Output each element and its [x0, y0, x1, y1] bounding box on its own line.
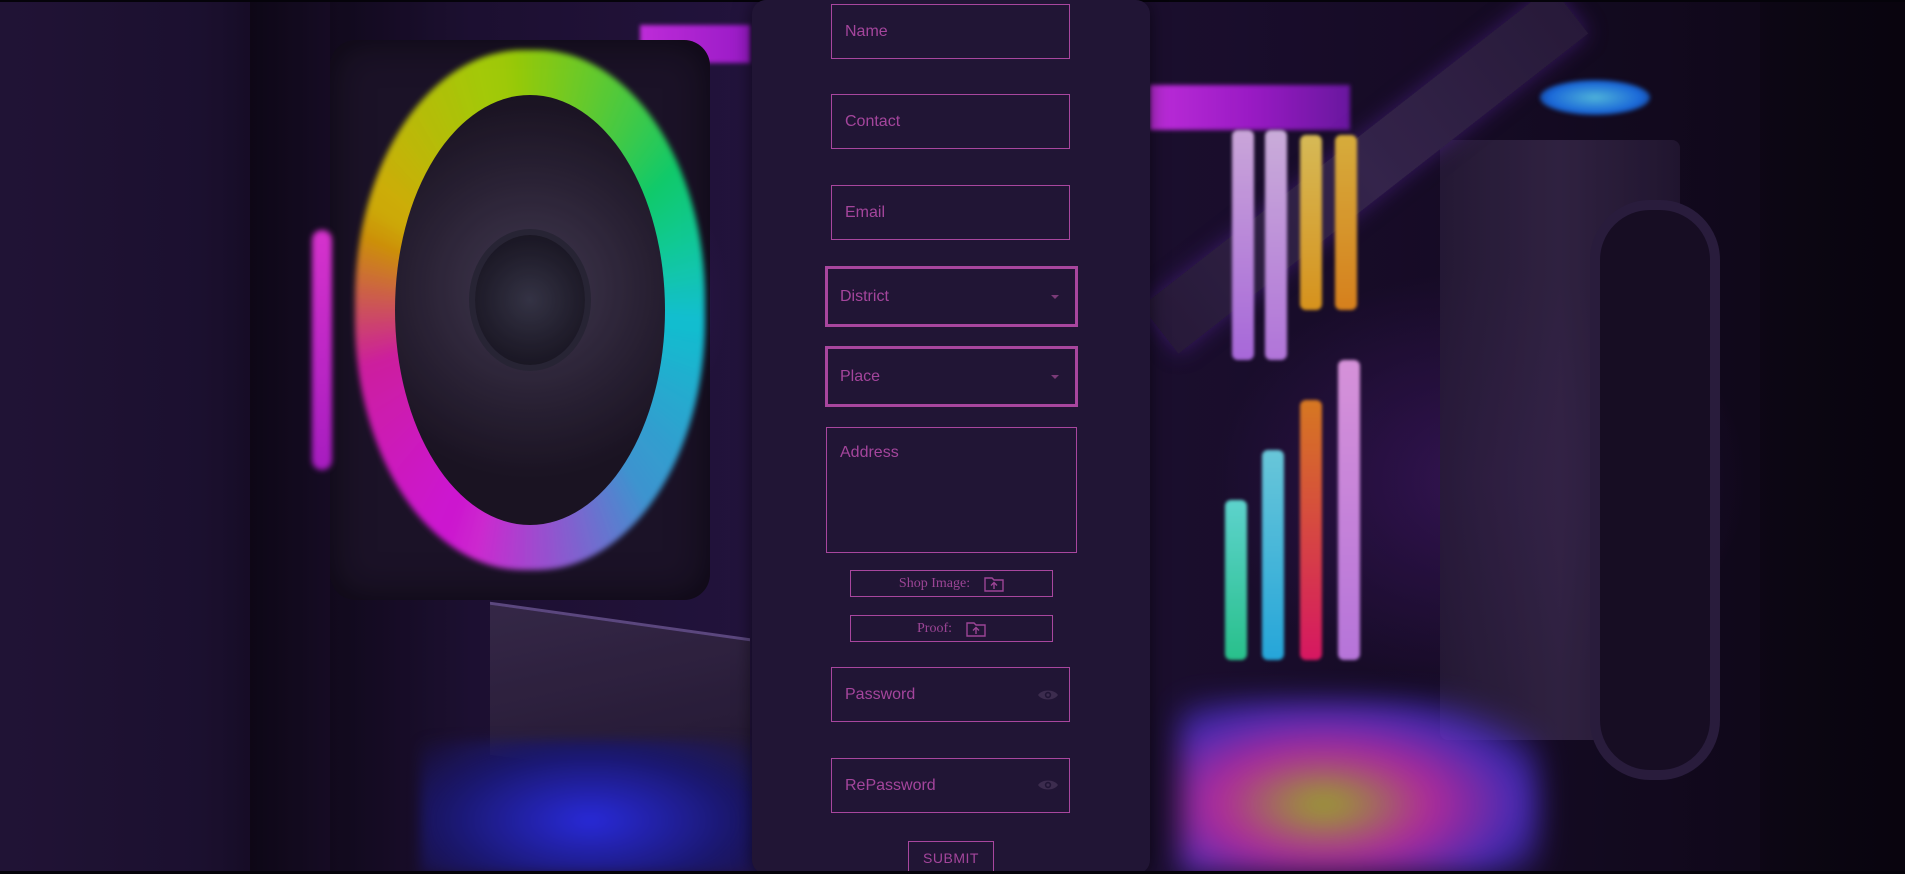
- place-select[interactable]: Place: [825, 346, 1078, 407]
- submit-button[interactable]: SUBMIT: [908, 841, 994, 874]
- address-textarea[interactable]: [826, 427, 1077, 553]
- eye-icon[interactable]: [1037, 688, 1059, 702]
- shop-image-upload-button[interactable]: Shop Image:: [850, 570, 1053, 597]
- folder-upload-icon: [984, 576, 1004, 592]
- name-input[interactable]: [831, 4, 1070, 59]
- password-input[interactable]: [831, 667, 1070, 722]
- shop-image-label: Shop Image:: [898, 575, 971, 591]
- registration-form: District Place Shop Image: Proof:: [752, 0, 1150, 874]
- district-select[interactable]: District: [825, 266, 1078, 327]
- proof-label: Proof:: [917, 620, 952, 636]
- district-label: District: [840, 287, 889, 305]
- contact-input[interactable]: [831, 94, 1070, 149]
- folder-upload-icon: [966, 621, 986, 637]
- email-input[interactable]: [831, 185, 1070, 240]
- eye-icon[interactable]: [1037, 778, 1059, 792]
- caret-down-icon: [1051, 294, 1059, 299]
- place-label: Place: [840, 367, 881, 385]
- page: District Place Shop Image: Proof:: [0, 0, 1905, 874]
- proof-upload-button[interactable]: Proof:: [850, 615, 1053, 642]
- repassword-input[interactable]: [831, 758, 1070, 813]
- caret-down-icon: [1051, 374, 1059, 379]
